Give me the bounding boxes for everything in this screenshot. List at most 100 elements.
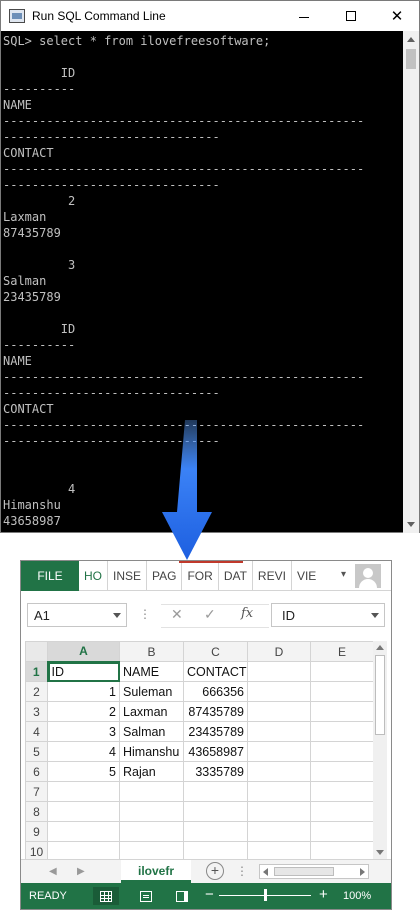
grid-cell[interactable]: 43658987 bbox=[183, 741, 248, 762]
scroll-up-icon[interactable] bbox=[376, 645, 384, 650]
column-header[interactable]: A bbox=[47, 641, 120, 663]
grid-cell[interactable] bbox=[183, 801, 248, 822]
scroll-thumb[interactable] bbox=[406, 49, 416, 69]
minimize-button[interactable] bbox=[281, 1, 327, 31]
grid-cell[interactable] bbox=[247, 701, 311, 722]
user-avatar[interactable] bbox=[355, 564, 381, 588]
grid-cell[interactable]: 2 bbox=[47, 701, 120, 722]
grid-cell[interactable] bbox=[47, 781, 120, 802]
cancel-icon[interactable]: ✕ bbox=[171, 606, 183, 623]
grid-cell[interactable] bbox=[247, 741, 311, 762]
grid-cell[interactable] bbox=[310, 701, 374, 722]
grid-cell[interactable] bbox=[247, 761, 311, 782]
grid-cell[interactable]: 4 bbox=[47, 741, 120, 762]
grid-cell[interactable] bbox=[310, 781, 374, 802]
row-header[interactable]: 9 bbox=[25, 821, 48, 842]
grid-cell[interactable]: 5 bbox=[47, 761, 120, 782]
grid-cell[interactable]: 3 bbox=[47, 721, 120, 742]
scroll-down-icon[interactable] bbox=[376, 850, 384, 855]
grid-cell[interactable] bbox=[310, 801, 374, 822]
chevron-down-icon[interactable] bbox=[113, 613, 121, 618]
add-sheet-button[interactable]: + bbox=[206, 862, 224, 880]
grid-cell[interactable] bbox=[310, 821, 374, 842]
grid-cell[interactable]: 87435789 bbox=[183, 701, 248, 722]
tab-home[interactable]: HO bbox=[79, 561, 107, 591]
grid-cell[interactable]: 23435789 bbox=[183, 721, 248, 742]
grid-cell[interactable] bbox=[183, 821, 248, 842]
title-bar[interactable]: Run SQL Command Line ✕ bbox=[1, 1, 419, 31]
row-header[interactable]: 1 bbox=[25, 661, 49, 682]
vertical-scrollbar[interactable] bbox=[373, 641, 387, 859]
next-sheet-icon[interactable]: ▶ bbox=[77, 866, 85, 877]
previous-sheet-icon[interactable]: ◀ bbox=[49, 866, 57, 877]
grid-cell[interactable] bbox=[247, 781, 311, 802]
tab-view[interactable]: VIE bbox=[290, 560, 321, 591]
page-layout-view-button[interactable] bbox=[133, 887, 159, 905]
tab-page-layout[interactable]: PAG bbox=[146, 560, 181, 591]
grid-cell[interactable] bbox=[247, 721, 311, 742]
grid-cell[interactable] bbox=[47, 801, 120, 822]
grid-cell[interactable]: 3335789 bbox=[183, 761, 248, 782]
scroll-up-icon[interactable] bbox=[407, 37, 415, 42]
grid-cell[interactable] bbox=[310, 661, 374, 682]
horizontal-scrollbar[interactable] bbox=[259, 864, 369, 879]
row-header[interactable]: 7 bbox=[25, 781, 48, 802]
column-header[interactable]: E bbox=[310, 641, 374, 662]
column-header[interactable]: D bbox=[247, 641, 311, 662]
scroll-thumb[interactable] bbox=[375, 655, 385, 735]
console-scrollbar[interactable] bbox=[403, 31, 419, 533]
row-header[interactable]: 8 bbox=[25, 801, 48, 822]
grid-cell[interactable]: 1 bbox=[47, 681, 120, 702]
grid-cell[interactable]: CONTACT bbox=[183, 661, 248, 682]
grid-cell[interactable]: Himanshu bbox=[119, 741, 184, 762]
row-header[interactable]: 6 bbox=[25, 761, 48, 782]
scroll-left-icon[interactable] bbox=[263, 868, 268, 876]
tab-formulas[interactable]: FOR bbox=[181, 560, 217, 591]
grid-cell[interactable]: Salman bbox=[119, 721, 184, 742]
close-button[interactable]: ✕ bbox=[374, 1, 420, 31]
scroll-down-icon[interactable] bbox=[407, 522, 415, 527]
file-tab[interactable]: FILE bbox=[21, 560, 79, 591]
tab-insert[interactable]: INSE bbox=[107, 560, 146, 591]
tab-review[interactable]: REVI bbox=[251, 560, 291, 591]
formula-input[interactable]: ID bbox=[271, 603, 385, 627]
grid-cell[interactable]: Laxman bbox=[119, 701, 184, 722]
row-header[interactable]: 4 bbox=[25, 721, 48, 742]
grid-cell[interactable] bbox=[247, 801, 311, 822]
grid-cell[interactable] bbox=[119, 821, 184, 842]
zoom-slider-thumb[interactable] bbox=[264, 889, 267, 901]
grid-cell[interactable] bbox=[310, 681, 374, 702]
zoom-in-button[interactable]: + bbox=[319, 886, 328, 903]
maximize-button[interactable] bbox=[328, 1, 374, 31]
sheet-tab[interactable]: ilovefr bbox=[121, 860, 191, 883]
grid-cell[interactable]: Rajan bbox=[119, 761, 184, 782]
grid-cell[interactable]: ID bbox=[47, 661, 120, 682]
grid-cell[interactable] bbox=[119, 781, 184, 802]
grid-cell[interactable] bbox=[119, 801, 184, 822]
scroll-thumb[interactable] bbox=[274, 867, 334, 876]
expand-formula-icon[interactable] bbox=[371, 613, 379, 618]
zoom-level[interactable]: 100% bbox=[343, 890, 371, 902]
grid-cell[interactable] bbox=[310, 761, 374, 782]
grid-cell[interactable] bbox=[247, 821, 311, 842]
grid-cell[interactable]: Suleman bbox=[119, 681, 184, 702]
grid-cell[interactable]: NAME bbox=[119, 661, 184, 682]
row-header[interactable]: 3 bbox=[25, 701, 48, 722]
insert-function-icon[interactable]: fx bbox=[241, 606, 253, 621]
select-all-corner[interactable] bbox=[25, 641, 48, 662]
tab-data[interactable]: DAT bbox=[217, 560, 252, 591]
name-box[interactable]: A1 bbox=[27, 603, 127, 627]
ribbon-options-icon[interactable]: ▾ bbox=[341, 569, 346, 580]
column-header[interactable]: B bbox=[119, 641, 184, 662]
normal-view-button[interactable] bbox=[93, 887, 119, 905]
grid-cell[interactable] bbox=[247, 661, 311, 682]
page-break-view-button[interactable] bbox=[169, 887, 195, 905]
column-header[interactable]: C bbox=[183, 641, 248, 662]
zoom-out-button[interactable]: − bbox=[205, 886, 214, 903]
row-header[interactable]: 2 bbox=[25, 681, 48, 702]
grid-cell[interactable] bbox=[47, 821, 120, 842]
grid-cell[interactable] bbox=[310, 741, 374, 762]
grid-cell[interactable] bbox=[310, 721, 374, 742]
grid-cell[interactable] bbox=[183, 781, 248, 802]
scroll-right-icon[interactable] bbox=[360, 868, 365, 876]
